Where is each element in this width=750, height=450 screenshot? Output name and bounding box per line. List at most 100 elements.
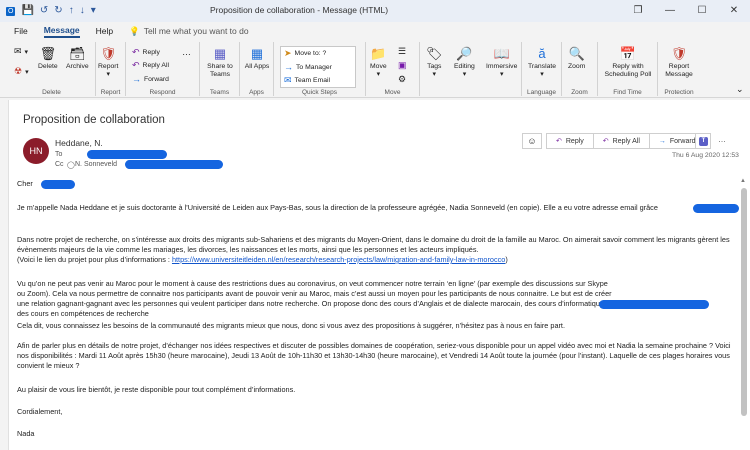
cc-contact-icon: ◯ (67, 162, 75, 169)
window-title: Proposition de collaboration - Message (… (210, 5, 389, 15)
redo-icon[interactable]: ↻ (54, 6, 62, 16)
undo-icon[interactable]: ↺ (40, 6, 48, 16)
reply-button[interactable]: ↶ Reply (132, 47, 160, 58)
quick-access-toolbar: O 💾 ↺ ↻ ↑ ↓ ▾ (0, 6, 96, 16)
forward-button[interactable]: → Forward (132, 74, 169, 84)
teams-chat-button[interactable]: T (695, 133, 711, 149)
translate-button[interactable]: ă Translate ▾ (526, 46, 558, 79)
sender-name[interactable]: Heddane, N. (55, 138, 103, 148)
cc-name[interactable]: N. Sonneveld (75, 161, 117, 168)
quick-steps-group: ➤ Move to: ? → To Manager ✉ Team Email Quic… (274, 42, 366, 96)
all-apps-button[interactable]: ▦ All Apps (244, 46, 270, 71)
ribbon: ✉ ▾ ☢ ▾ 🗑 Delete 🗃 Archive Delete 🛡 Report ▾ R… (0, 40, 750, 98)
reply-action-button[interactable]: ↶ Reply (547, 134, 594, 148)
quick-step-move[interactable]: ➤ Move to: ? (284, 48, 326, 59)
title-bar: O 💾 ↺ ↻ ↑ ↓ ▾ Proposition de collaborati… (0, 0, 750, 22)
smiley-icon: ☺ (527, 136, 537, 146)
magnifier-icon: 🔍 (568, 46, 585, 61)
paragraph-2-link-line: (Voici le lien du projet pour plus d’inf… (17, 255, 508, 264)
immersive-button[interactable]: 📖 Immersive ▾ (486, 46, 517, 79)
menu-help[interactable]: Help (96, 26, 113, 36)
share-to-teams-button[interactable]: ▦ Share to Teams (202, 46, 238, 79)
archive-button[interactable]: 🗃 Archive (66, 46, 89, 71)
report-shield-icon: 🛡 (670, 46, 688, 61)
zoom-button[interactable]: 🔍 Zoom (568, 46, 585, 71)
more-icon: … (718, 135, 726, 144)
report-group: 🛡 Report ▾ Report (96, 42, 126, 96)
restore-icon[interactable]: ❐ (622, 0, 654, 22)
customize-qat-icon[interactable]: ▾ (91, 6, 96, 16)
scroll-up-icon[interactable]: ▲ (740, 178, 746, 184)
redacted-name (41, 180, 75, 189)
move-button[interactable]: 📁 Move ▾ (370, 46, 387, 79)
tell-me-search[interactable]: 💡 Tell me what you want to do (129, 26, 248, 37)
message-date: Thu 6 Aug 2020 12:53 (672, 152, 739, 159)
folder-arrow-icon: ➤ (284, 48, 292, 58)
cc-label: Cc (55, 161, 64, 168)
redacted-to-address (87, 150, 167, 159)
scrollbar[interactable]: ▲ (739, 178, 749, 448)
cleanup-button[interactable]: ☢ ▾ (14, 66, 29, 77)
respond-group: ↶ Reply ↶ Reply All → Forward … Respond (126, 42, 200, 96)
envelope-ignore-icon: ✉ (14, 46, 22, 56)
save-icon[interactable]: 💾 (21, 6, 33, 16)
close-icon[interactable]: ✕ (718, 0, 750, 22)
onenote-button[interactable]: ▣ (398, 60, 407, 71)
reply-all-icon: ↶ (602, 138, 609, 145)
tags-button[interactable]: 🏷 Tags ▾ (426, 46, 443, 79)
trash-icon: 🗑 (39, 46, 57, 61)
more-icon: … (182, 47, 191, 57)
up-arrow-icon[interactable]: ↑ (69, 6, 74, 16)
quick-step-to-manager[interactable]: → To Manager (284, 62, 332, 72)
scroll-thumb[interactable] (741, 188, 747, 416)
avatar[interactable]: HN (23, 138, 49, 164)
closing: Cordialement, (17, 407, 63, 416)
reaction-button[interactable]: ☺ (522, 133, 542, 149)
search-replace-icon: 🔎 (456, 46, 473, 61)
quick-step-team-email[interactable]: ✉ Team Email (284, 75, 330, 86)
translate-icon: ă (538, 46, 546, 61)
redacted-source (693, 204, 739, 213)
lightbulb-icon: 💡 (129, 25, 140, 36)
maximize-icon[interactable]: ☐ (686, 0, 718, 22)
greeting: Cher (17, 179, 33, 188)
find-time-group: 📅 Reply with Scheduling Poll Find Time (598, 42, 658, 96)
editing-button[interactable]: 🔎 Editing ▾ (454, 46, 475, 79)
down-arrow-icon[interactable]: ↓ (80, 6, 85, 16)
teams-group: ▦ Share to Teams Teams (200, 42, 240, 96)
protection-group: 🛡 Report Message Protection (658, 42, 700, 96)
collapse-ribbon-button[interactable]: ⌄ (736, 84, 744, 95)
dropdown-icon: ▾ (24, 48, 28, 56)
reply-all-icon: ↶ (132, 60, 140, 70)
chevron-down-icon: ⌄ (736, 84, 744, 94)
paragraph-6: Au plaisir de vous lire bientôt, je rest… (17, 385, 296, 394)
rules-button[interactable]: ☰ (398, 46, 406, 57)
rules-icon: ☰ (398, 46, 407, 56)
calendar-poll-icon: 📅 (619, 46, 637, 61)
menu-message[interactable]: Message (43, 25, 80, 38)
shield-icon: 🛡 (99, 46, 117, 61)
more-actions-button[interactable]: … (715, 133, 729, 149)
more-respond-button[interactable]: … (182, 47, 191, 57)
minimize-icon[interactable]: — (654, 0, 686, 22)
reply-all-action-button[interactable]: ↶ Reply All (594, 134, 650, 148)
apps-group: ▦ All Apps Apps (240, 42, 274, 96)
reply-all-button[interactable]: ↶ Reply All (132, 60, 169, 71)
reply-with-scheduling-poll-button[interactable]: 📅 Reply with Scheduling Poll (600, 46, 656, 79)
paragraph-4: Cela dit, vous connaissez les besoins de… (17, 321, 565, 330)
to-label: To (55, 151, 63, 158)
message-subject: Proposition de collaboration (23, 114, 165, 126)
report-button[interactable]: 🛡 Report ▾ (98, 46, 118, 79)
project-link[interactable]: https://www.universiteitleiden.nl/en/res… (172, 255, 505, 264)
actions-button[interactable]: ⚙ (398, 74, 406, 85)
zoom-group: 🔍 Zoom Zoom (562, 42, 598, 96)
forward-icon: → (132, 74, 141, 84)
tag-icon: 🏷 (426, 46, 443, 61)
report-message-button[interactable]: 🛡 Report Message (660, 46, 698, 79)
outlook-icon: O (6, 6, 16, 16)
window-controls: ❐ — ☐ ✕ (622, 0, 750, 22)
menu-file[interactable]: File (14, 26, 28, 36)
delete-button[interactable]: 🗑 Delete (38, 46, 58, 71)
ignore-button[interactable]: ✉ ▾ (14, 46, 28, 57)
delete-group: ✉ ▾ ☢ ▾ 🗑 Delete 🗃 Archive Delete (8, 42, 96, 96)
